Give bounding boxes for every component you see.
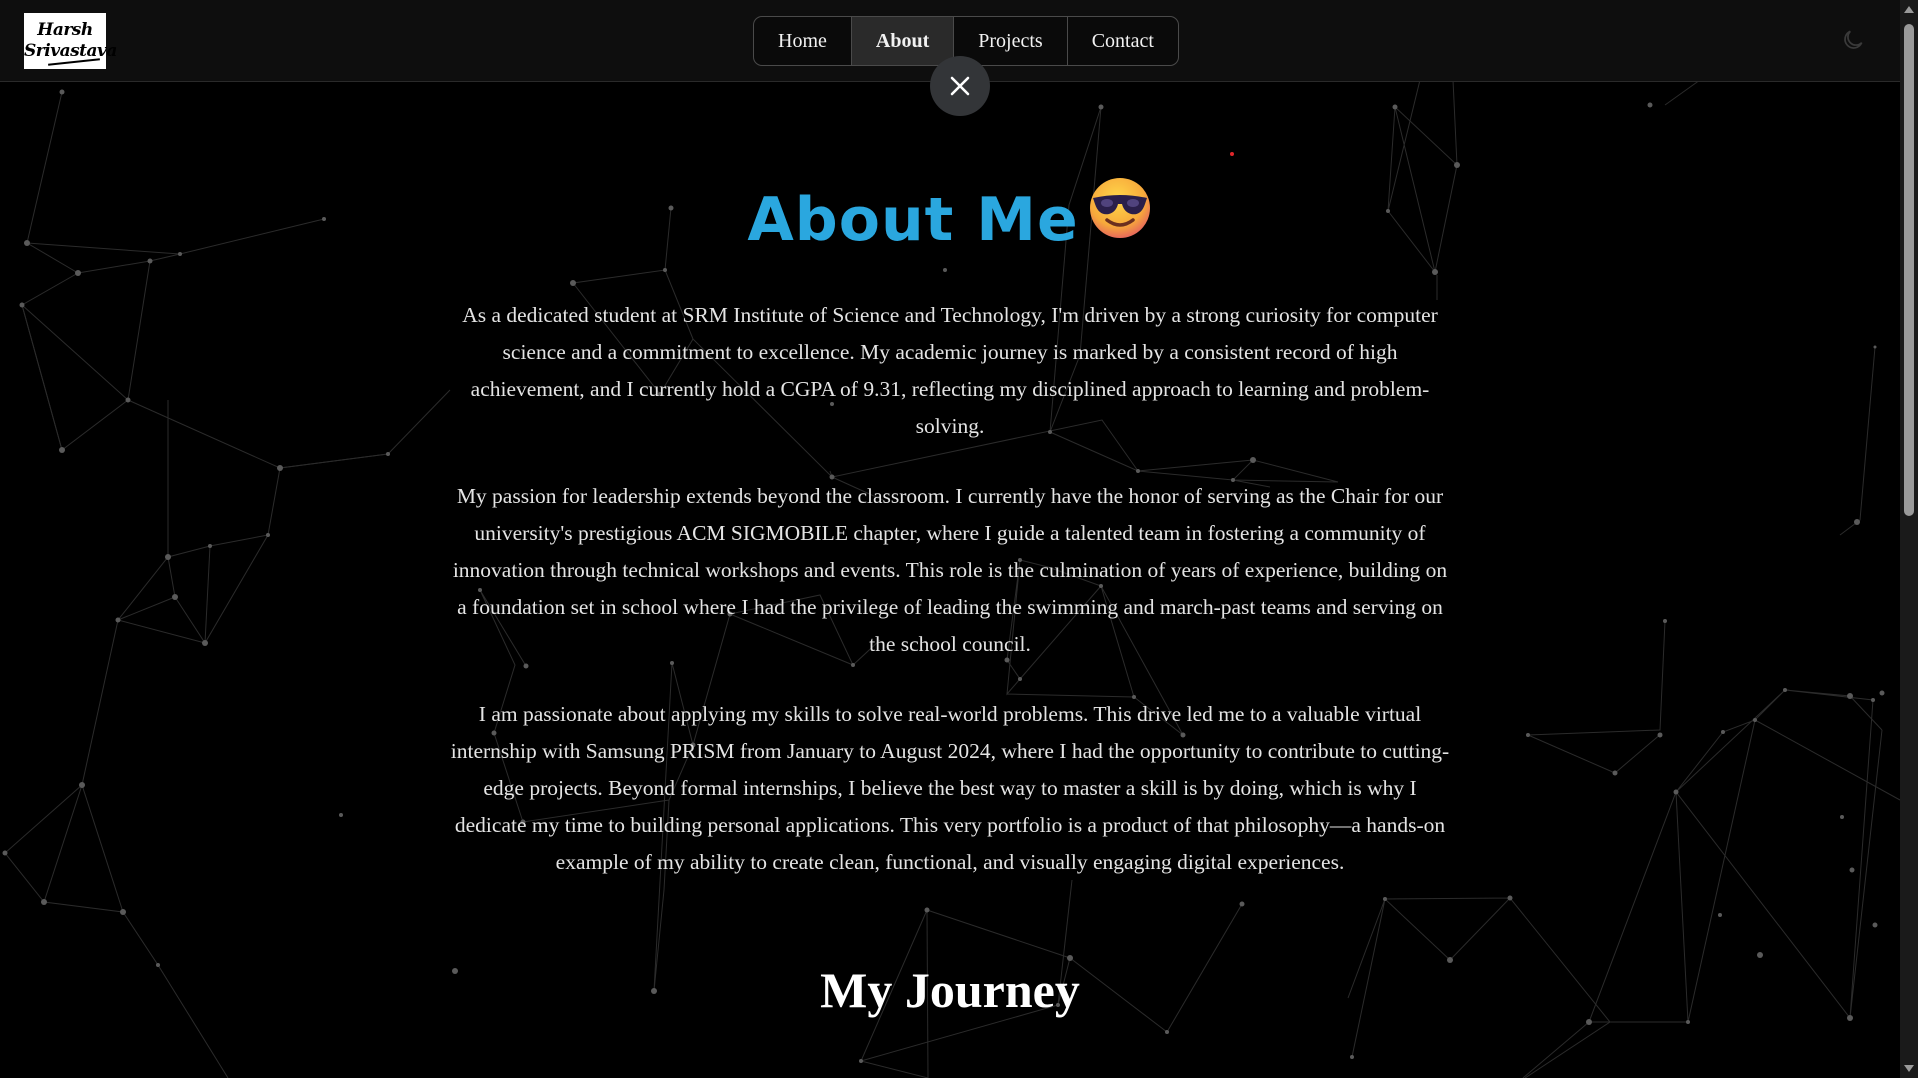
nav-about[interactable]: About [851,17,955,65]
about-paragraph-leadership: My passion for leadership extends beyond… [452,484,1448,656]
cursor-dot [1230,152,1234,156]
close-button[interactable] [930,56,990,116]
about-paragraph-academics: As a dedicated student at SRM Institute … [462,303,1438,438]
close-icon [950,76,970,96]
page-scrollbar[interactable] [1900,0,1918,1078]
about-heading: About Me [0,178,1900,266]
smiling-face-with-sunglasses-icon [1087,174,1153,260]
journey-heading: My Journey [820,962,1080,1018]
nav-home[interactable]: Home [754,17,852,65]
about-title-text: About Me [747,185,1079,255]
scrollbar-thumb[interactable] [1904,24,1914,516]
logo-line-first: Harsh [37,20,93,40]
nav-contact[interactable]: Contact [1068,17,1178,65]
logo[interactable]: Harsh Srivastava [24,13,117,69]
scroll-down-arrow-icon[interactable] [1904,1065,1914,1072]
about-paragraph-projects: I am passionate about applying my skills… [450,702,1450,874]
moon-icon[interactable] [1840,27,1866,53]
scroll-up-arrow-icon[interactable] [1904,6,1914,13]
